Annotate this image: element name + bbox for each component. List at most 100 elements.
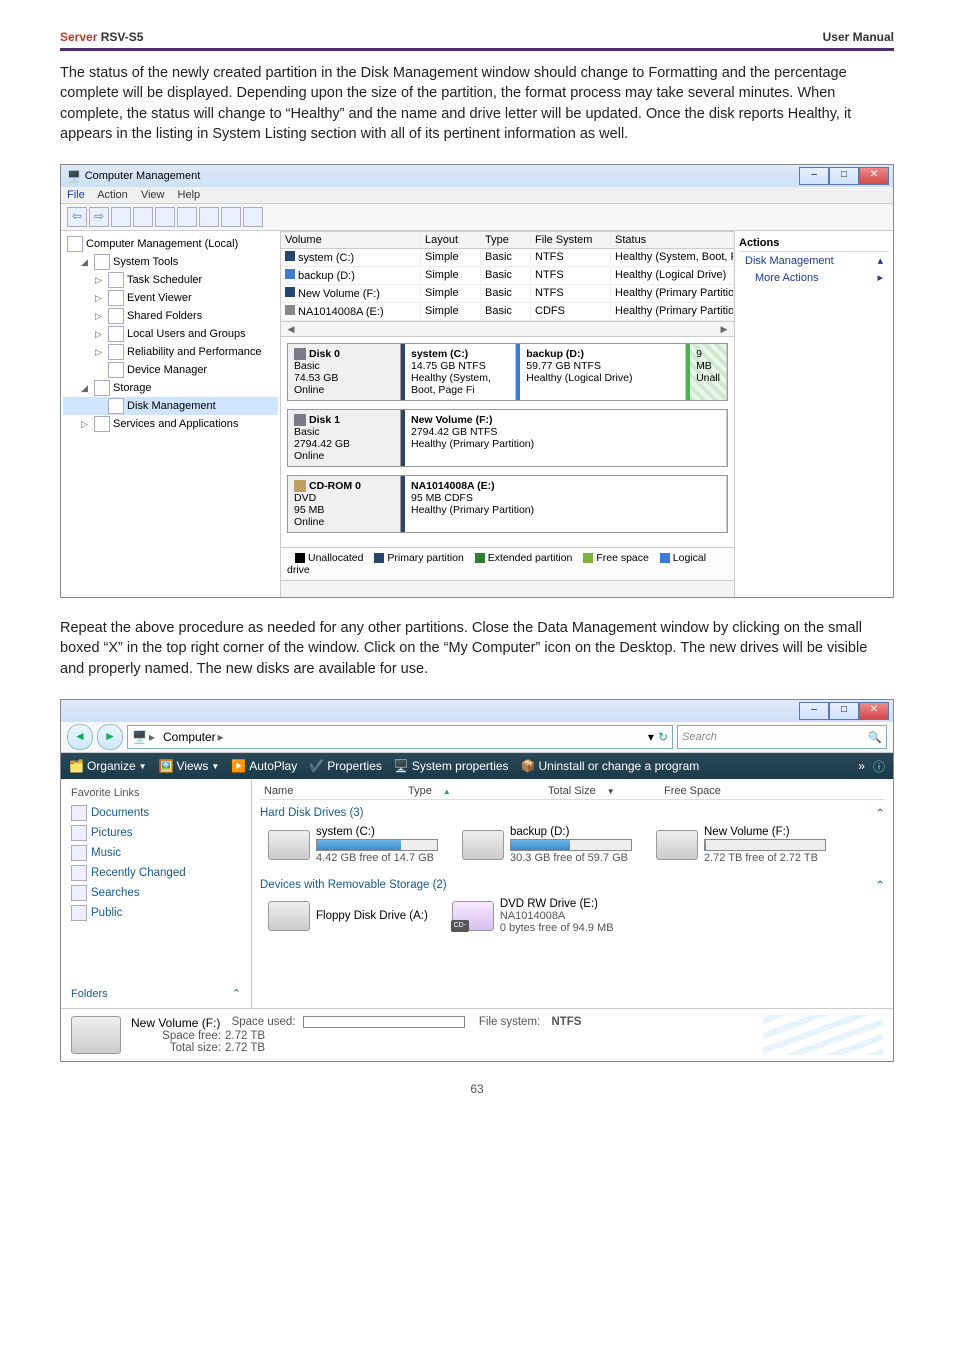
sidebar-pictures[interactable]: Pictures xyxy=(71,823,241,843)
crumb-computer[interactable]: Computer▸ xyxy=(163,730,226,744)
details-title: New Volume (F:) xyxy=(131,1016,220,1030)
nav-bar: ◄ ► 🖥️▸ Computer▸ ▾ ↻ Search 🔍 xyxy=(61,722,893,753)
autoplay-button[interactable]: ▶️AutoPlay xyxy=(231,759,297,773)
col-filesystem[interactable]: File System xyxy=(531,233,611,247)
col-type[interactable]: Type ▲ xyxy=(400,785,540,797)
disk-label[interactable]: CD-ROM 0DVD95 MBOnline xyxy=(288,476,401,532)
menu-view[interactable]: View xyxy=(141,189,165,201)
search-icon[interactable]: 🔍 xyxy=(868,731,882,744)
col-layout[interactable]: Layout xyxy=(421,233,481,247)
window-titlebar[interactable]: – □ ✕ xyxy=(61,700,893,722)
forward-icon[interactable]: ⇨ xyxy=(89,207,109,227)
partition[interactable]: New Volume (F:)2794.42 GB NTFSHealthy (P… xyxy=(401,410,727,466)
sidebar-documents[interactable]: Documents xyxy=(71,803,241,823)
toolbar-icon[interactable] xyxy=(133,207,153,227)
dropdown-icon[interactable]: ▾ xyxy=(648,730,654,744)
col-name[interactable]: Name xyxy=(260,785,400,797)
toolbar-icon[interactable] xyxy=(199,207,219,227)
toolbar-icon[interactable] xyxy=(177,207,197,227)
volume-row[interactable]: New Volume (F:)SimpleBasicNTFSHealthy (P… xyxy=(281,285,734,303)
properties-button[interactable]: ✔️Properties xyxy=(309,759,382,773)
back-icon[interactable]: ⇦ xyxy=(67,207,87,227)
tree-device-manager[interactable]: Device Manager xyxy=(63,361,278,379)
forward-button[interactable]: ► xyxy=(97,724,123,750)
folder-icon xyxy=(108,308,124,324)
col-total-size[interactable]: Total Size ▼ xyxy=(540,785,660,797)
drive-c[interactable]: system (C:) 4.42 GB free of 14.7 GB xyxy=(268,826,438,864)
sidebar-recently[interactable]: Recently Changed xyxy=(71,863,241,883)
hard-drive-icon xyxy=(71,1016,121,1054)
volume-row[interactable]: system (C:)SimpleBasicNTFSHealthy (Syste… xyxy=(281,249,734,267)
sidebar-music[interactable]: Music xyxy=(71,843,241,863)
volume-row[interactable]: backup (D:)SimpleBasicNTFSHealthy (Logic… xyxy=(281,267,734,285)
partition[interactable]: system (C:)14.75 GB NTFSHealthy (System,… xyxy=(401,344,516,400)
capacity-bar xyxy=(510,839,632,851)
window-title: 🖥️ Computer Management xyxy=(67,170,200,183)
sidebar-folders[interactable]: Folders⌃ xyxy=(71,983,241,1000)
chevron-right-icon[interactable]: » xyxy=(858,759,865,773)
actions-more[interactable]: More Actions▸ xyxy=(739,269,889,286)
views-button[interactable]: 🖼️Views▼ xyxy=(159,759,220,773)
crumb-root[interactable]: 🖥️▸ xyxy=(132,730,157,744)
drive-d[interactable]: backup (D:) 30.3 GB free of 59.7 GB xyxy=(462,826,632,864)
drive-a[interactable]: Floppy Disk Drive (A:) xyxy=(268,898,428,934)
partition[interactable]: 9 MBUnall xyxy=(686,344,727,400)
explorer-screenshot: – □ ✕ ◄ ► 🖥️▸ Computer▸ ▾ ↻ Search 🔍 🗂 xyxy=(60,699,894,1062)
status-strip xyxy=(281,580,734,597)
disk-label[interactable]: Disk 1Basic2794.42 GBOnline xyxy=(288,410,401,466)
uninstall-button[interactable]: 📦Uninstall or change a program xyxy=(521,759,700,773)
group-removable[interactable]: Devices with Removable Storage (2)⌃ xyxy=(260,878,885,892)
tree-local-users[interactable]: ▷Local Users and Groups xyxy=(63,325,278,343)
tree-services[interactable]: ▷Services and Applications xyxy=(63,415,278,433)
menu-help[interactable]: Help xyxy=(178,189,201,201)
menu-file[interactable]: File xyxy=(67,189,85,201)
tree-shared-folders[interactable]: ▷Shared Folders xyxy=(63,307,278,325)
legend: Unallocated Primary partition Extended p… xyxy=(281,547,734,580)
toolbar-icon[interactable] xyxy=(221,207,241,227)
toolbar-icon[interactable] xyxy=(155,207,175,227)
help-icon[interactable]: ⓘ xyxy=(873,758,885,775)
toolbar-icon[interactable] xyxy=(243,207,263,227)
details-total: 2.72 TB xyxy=(225,1042,265,1054)
col-volume[interactable]: Volume xyxy=(281,233,421,247)
system-properties-button[interactable]: 🖥️System properties xyxy=(394,759,509,773)
disk-label[interactable]: Disk 0Basic74.53 GBOnline xyxy=(288,344,401,400)
toolbar-icon[interactable] xyxy=(111,207,131,227)
window-titlebar[interactable]: 🖥️ Computer Management – □ ✕ xyxy=(61,165,893,187)
close-button[interactable]: ✕ xyxy=(859,702,889,720)
organize-button[interactable]: 🗂️Organize▼ xyxy=(69,759,147,773)
col-free-space[interactable]: Free Space xyxy=(660,785,885,797)
tree-storage[interactable]: ◢Storage xyxy=(63,379,278,397)
minimize-button[interactable]: – xyxy=(799,167,829,185)
menu-action[interactable]: Action xyxy=(97,189,128,201)
tree-reliability[interactable]: ▷Reliability and Performance xyxy=(63,343,278,361)
maximize-button[interactable]: □ xyxy=(829,702,859,720)
maximize-button[interactable]: □ xyxy=(829,167,859,185)
breadcrumb[interactable]: 🖥️▸ Computer▸ ▾ ↻ xyxy=(127,725,673,749)
refresh-icon[interactable]: ↻ xyxy=(658,730,668,744)
volume-row[interactable]: NA1014008A (E:)SimpleBasicCDFSHealthy (P… xyxy=(281,303,734,321)
tree-event-viewer[interactable]: ▷Event Viewer xyxy=(63,289,278,307)
tree-root[interactable]: Computer Management (Local) xyxy=(63,235,278,253)
partition[interactable]: NA1014008A (E:)95 MB CDFSHealthy (Primar… xyxy=(401,476,727,532)
partition[interactable]: backup (D:)59.77 GB NTFSHealthy (Logical… xyxy=(516,344,686,400)
tree-disk-management[interactable]: Disk Management xyxy=(63,397,278,415)
search-input[interactable]: Search 🔍 xyxy=(677,725,887,749)
tree-system-tools[interactable]: ◢System Tools xyxy=(63,253,278,271)
sidebar-searches[interactable]: Searches xyxy=(71,883,241,903)
actions-panel: Actions Disk Management▴ More Actions▸ xyxy=(734,231,893,597)
group-hard-disks[interactable]: Hard Disk Drives (3)⌃ xyxy=(260,806,885,820)
horizontal-scrollbar[interactable]: ◀▶ xyxy=(281,321,734,337)
col-type[interactable]: Type xyxy=(481,233,531,247)
actions-disk-management[interactable]: Disk Management▴ xyxy=(739,252,889,269)
drive-f[interactable]: New Volume (F:) 2.72 TB free of 2.72 TB xyxy=(656,826,826,864)
minimize-button[interactable]: – xyxy=(799,702,829,720)
close-button[interactable]: ✕ xyxy=(859,167,889,185)
drive-e[interactable]: CD-ROM DVD RW Drive (E:) NA1014008A 0 by… xyxy=(452,898,614,934)
volumes-header: Volume Layout Type File System Status xyxy=(281,231,734,249)
computer-management-screenshot: 🖥️ Computer Management – □ ✕ File Action… xyxy=(60,164,894,598)
tree-task-scheduler[interactable]: ▷Task Scheduler xyxy=(63,271,278,289)
sidebar-public[interactable]: Public xyxy=(71,903,241,923)
back-button[interactable]: ◄ xyxy=(67,724,93,750)
col-status[interactable]: Status xyxy=(611,233,734,247)
